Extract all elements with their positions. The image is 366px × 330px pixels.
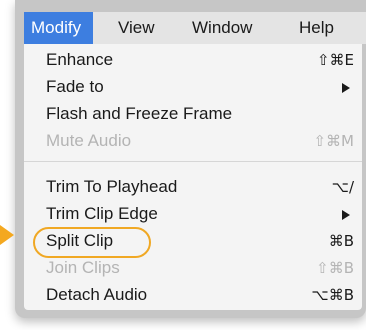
menu-title-help[interactable]: Help [299, 12, 334, 44]
menu-item-shortcut: ⇧⌘M [313, 132, 354, 150]
menu-item-enhance[interactable]: Enhance ⇧⌘E [24, 48, 362, 72]
menu-item-label: Join Clips [46, 258, 120, 277]
menu-item-label: Flash and Freeze Frame [46, 104, 233, 123]
split-clip-highlight-ring [33, 227, 151, 258]
menu-item-shortcut: ⇧⌘E [316, 51, 354, 69]
chevron-right-icon [342, 210, 350, 220]
menu-title-window[interactable]: Window [192, 12, 252, 44]
menu-item-shortcut: ⌘B [328, 232, 354, 250]
menu-item-trim-to-playhead[interactable]: Trim To Playhead ⌥/ [24, 175, 362, 199]
menu-item-fade-to[interactable]: Fade to [24, 75, 362, 99]
menu-item-shortcut: ⌥⌘B [311, 286, 354, 304]
menu-bar: Modify View Window Help [24, 12, 366, 44]
menu-item-mute-audio: Mute Audio ⇧⌘M [24, 129, 362, 153]
menu-item-label: Enhance [46, 50, 114, 69]
menu-item-shortcut: ⇧⌘B [316, 259, 354, 277]
menu-separator [24, 161, 362, 162]
menu-title-modify[interactable]: Modify [24, 12, 94, 44]
modify-menu-dropdown: Enhance ⇧⌘E Fade to Flash and Freeze Fra… [24, 44, 362, 310]
arrow-pointer-icon [0, 225, 14, 245]
menu-item-label: Mute Audio [46, 131, 132, 150]
menu-item-label: Detach Audio [46, 285, 148, 304]
menu-item-trim-clip-edge[interactable]: Trim Clip Edge [24, 202, 362, 226]
menu-item-label: Trim To Playhead [46, 177, 178, 196]
menu-item-label: Fade to [46, 77, 104, 96]
chevron-right-icon [342, 83, 350, 93]
menu-item-flash-and-freeze-frame[interactable]: Flash and Freeze Frame [24, 102, 362, 126]
menu-item-detach-audio[interactable]: Detach Audio ⌥⌘B [24, 283, 362, 307]
menu-title-view[interactable]: View [118, 12, 155, 44]
menu-item-shortcut: ⌥/ [331, 178, 354, 196]
menu-item-label: Trim Clip Edge [46, 204, 158, 223]
menu-item-join-clips: Join Clips ⇧⌘B [24, 256, 362, 280]
